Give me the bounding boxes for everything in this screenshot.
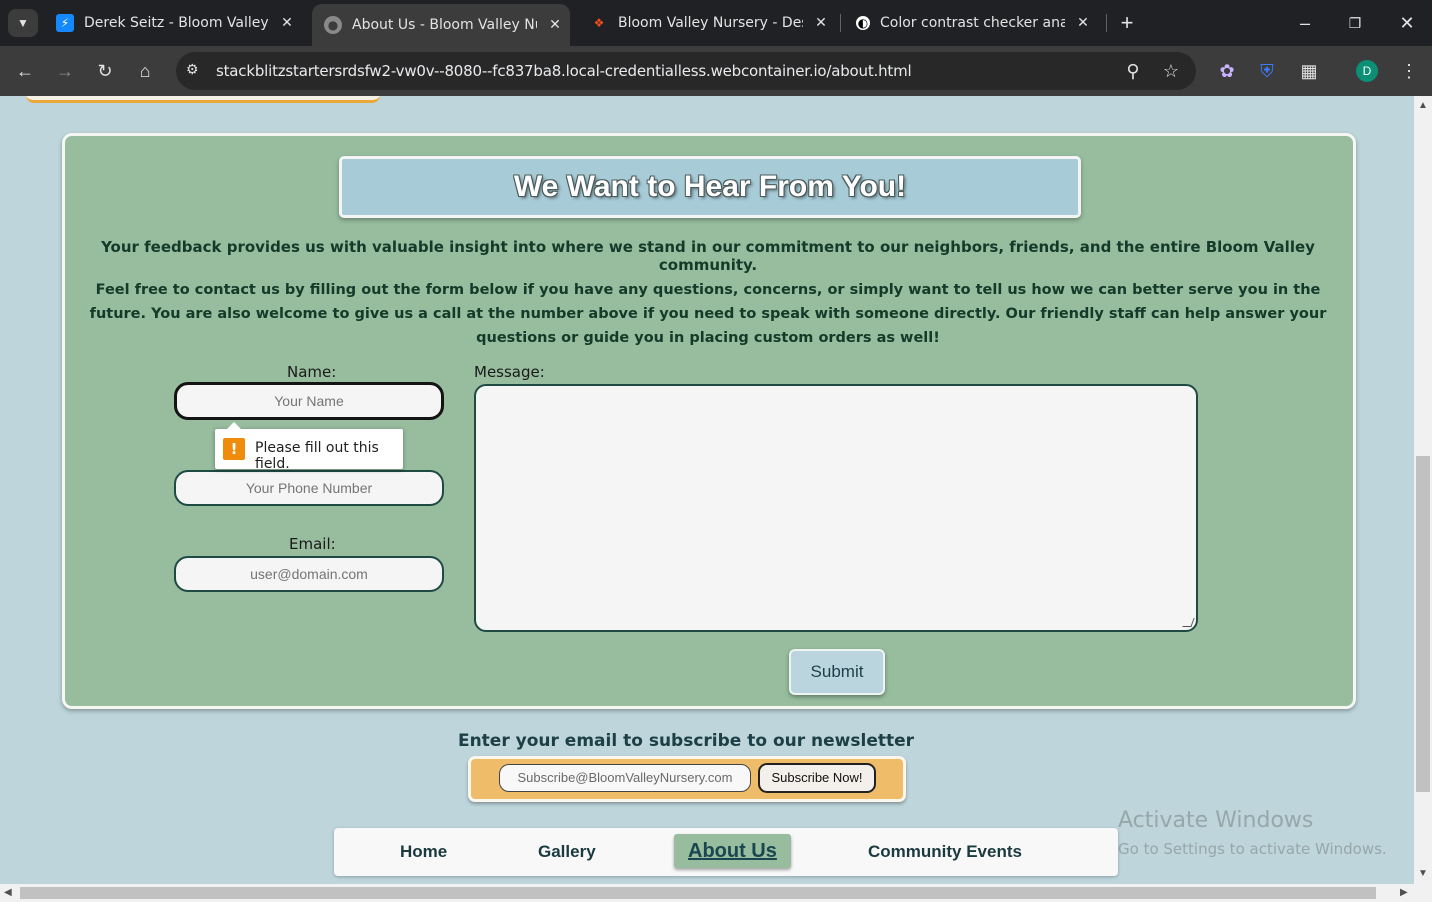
globe-icon: ● xyxy=(324,16,342,34)
newsletter-form: Subscribe@BloomValleyNursery.com Subscri… xyxy=(468,756,906,802)
scroll-left-icon[interactable]: ◀ xyxy=(4,887,12,898)
url-text: stackblitzstartersrdsfw2-vw0v--8080--fc8… xyxy=(216,62,912,80)
tab-title: Bloom Valley Nursery - Desktop xyxy=(618,15,803,31)
address-bar[interactable]: ⚙ stackblitzstartersrdsfw2-vw0v--8080--f… xyxy=(176,52,1196,90)
close-icon[interactable]: ✕ xyxy=(545,17,565,33)
tab-separator xyxy=(840,14,841,32)
footer-nav: Home Gallery About Us Community Events xyxy=(334,828,1118,876)
tab-contrast-checker[interactable]: ◐ Color contrast checker analyzer ✕ xyxy=(844,6,1106,40)
contrast-icon: ◐ xyxy=(856,16,870,30)
message-label: Message: xyxy=(474,363,545,381)
newsletter-email-input[interactable]: Subscribe@BloomValleyNursery.com xyxy=(499,764,751,792)
validation-tooltip: ! Please fill out this field. xyxy=(215,422,403,472)
name-label: Name: xyxy=(287,363,337,381)
forward-icon[interactable]: → xyxy=(52,58,78,84)
scroll-up-icon[interactable]: ▲ xyxy=(1418,100,1428,111)
feedback-panel: We Want to Hear From You! Your feedback … xyxy=(62,133,1356,709)
validation-message: Please fill out this field. xyxy=(255,440,379,472)
feedback-intro: Your feedback provides us with valuable … xyxy=(101,238,1315,274)
zoom-icon[interactable]: ⚲ xyxy=(1120,58,1146,84)
figma-icon: ❖ xyxy=(590,14,608,32)
new-tab-icon[interactable]: + xyxy=(1114,10,1140,36)
tab-title: Color contrast checker analyzer xyxy=(880,15,1065,31)
menu-kebab-icon[interactable]: ⋮ xyxy=(1396,58,1422,84)
nav-community-events[interactable]: Community Events xyxy=(868,828,1022,876)
submit-button[interactable]: Submit xyxy=(789,649,885,695)
nav-gallery[interactable]: Gallery xyxy=(538,828,596,876)
tab-title: Derek Seitz - Bloom Valley Nurs xyxy=(84,15,269,31)
tab-derek-seitz[interactable]: ⚡ Derek Seitz - Bloom Valley Nurs ✕ xyxy=(44,6,306,40)
home-icon[interactable]: ⌂ xyxy=(132,58,158,84)
close-icon[interactable]: ✕ xyxy=(811,15,831,31)
resize-handle-icon[interactable] xyxy=(1182,618,1195,627)
name-input[interactable]: Your Name xyxy=(174,382,444,420)
email-label: Email: xyxy=(289,535,336,553)
nav-home[interactable]: Home xyxy=(400,828,447,876)
close-icon[interactable]: ✕ xyxy=(277,15,297,31)
scroll-right-icon[interactable]: ▶ xyxy=(1400,887,1408,898)
subscribe-button[interactable]: Subscribe Now! xyxy=(758,763,876,793)
previous-section-edge xyxy=(26,96,380,103)
nav-about-us[interactable]: About Us xyxy=(674,834,791,868)
tab-bar: ▼ ⚡ Derek Seitz - Bloom Valley Nurs ✕ ● … xyxy=(0,0,1432,46)
page-viewport: We Want to Hear From You! Your feedback … xyxy=(0,96,1414,884)
activate-windows-subtitle: Go to Settings to activate Windows. xyxy=(1118,840,1387,858)
close-icon[interactable]: ✕ xyxy=(1073,15,1093,31)
extensions-puzzle-icon[interactable]: ▦ xyxy=(1296,58,1322,84)
tab-figma[interactable]: ❖ Bloom Valley Nursery - Desktop ✕ xyxy=(578,6,840,40)
tab-about-us[interactable]: ● About Us - Bloom Valley Nurser ✕ xyxy=(312,4,570,46)
profile-avatar[interactable]: D xyxy=(1356,60,1378,82)
vertical-scrollbar[interactable]: ▲ ▼ xyxy=(1414,96,1432,884)
window-close-icon[interactable]: ✕ xyxy=(1394,10,1420,36)
newsletter-title: Enter your email to subscribe to our new… xyxy=(457,731,915,751)
horizontal-scroll-thumb[interactable] xyxy=(20,887,1376,899)
feedback-body: Feel free to contact us by filling out t… xyxy=(89,282,1327,346)
activate-windows-title: Activate Windows xyxy=(1118,808,1314,833)
tab-separator xyxy=(1106,14,1107,32)
back-icon[interactable]: ← xyxy=(12,58,38,84)
tab-search-icon[interactable]: ▼ xyxy=(8,9,38,37)
reload-icon[interactable]: ↻ xyxy=(92,58,118,84)
horizontal-scrollbar[interactable]: ◀ ▶ xyxy=(0,884,1432,902)
restore-icon[interactable]: ❐ xyxy=(1342,10,1368,36)
site-info-icon[interactable]: ⚙ xyxy=(186,61,199,78)
extension-feather-icon[interactable]: ✿ xyxy=(1214,58,1240,84)
feedback-title: We Want to Hear From You! xyxy=(339,156,1081,218)
minimize-icon[interactable]: – xyxy=(1292,10,1318,36)
tab-title: About Us - Bloom Valley Nurser xyxy=(352,17,537,33)
bitwarden-shield-icon[interactable]: ⛨ xyxy=(1254,58,1280,84)
message-textarea[interactable] xyxy=(474,384,1198,632)
phone-input[interactable]: Your Phone Number xyxy=(174,470,444,506)
vertical-scroll-thumb[interactable] xyxy=(1416,456,1430,792)
email-input[interactable]: user@domain.com xyxy=(174,556,444,592)
bookmark-star-icon[interactable]: ☆ xyxy=(1158,58,1184,84)
scroll-down-icon[interactable]: ▼ xyxy=(1418,868,1428,879)
stackblitz-icon: ⚡ xyxy=(56,14,74,32)
warning-icon: ! xyxy=(223,438,245,460)
